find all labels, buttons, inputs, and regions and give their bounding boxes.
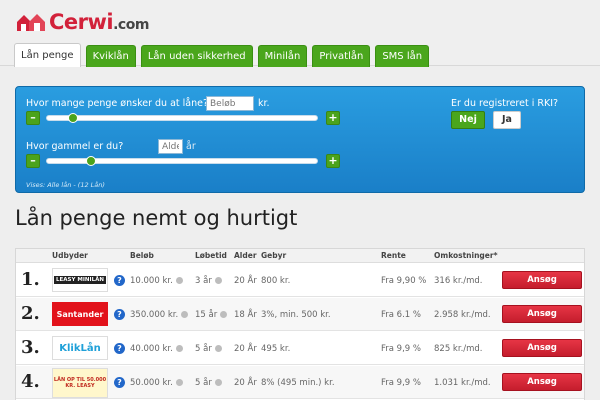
apply-button[interactable]: Ansøg: [502, 271, 582, 289]
info-icon[interactable]: ?: [114, 343, 125, 354]
info-icon[interactable]: ?: [114, 377, 125, 388]
cost-cell: 825 kr./md.: [434, 344, 483, 354]
amount-plus-button[interactable]: +: [326, 111, 340, 125]
amount-cell: 350.000 kr.: [130, 310, 189, 320]
tab-minilan[interactable]: Minilån: [257, 45, 308, 67]
age-plus-button[interactable]: +: [326, 154, 340, 168]
lender-logo-text: LÅN OP TIL 50.000 KR. LEASY: [53, 377, 107, 389]
term-cell: 5 år: [195, 344, 222, 354]
fee-cell: 800 kr.: [261, 276, 291, 286]
rki-question: Er du registreret i RKI?: [451, 98, 559, 109]
amount-input[interactable]: [206, 96, 254, 111]
rki-yes-button[interactable]: Ja: [493, 111, 521, 129]
age-unit: år: [186, 141, 196, 152]
lender-logo-text: Santander: [56, 309, 104, 319]
amount-cell: 10.000 kr.: [130, 276, 183, 286]
lender-logo[interactable]: KlikLån: [52, 336, 108, 360]
header-gebyr: Gebyr: [261, 251, 287, 260]
amount-slider-handle[interactable]: [68, 113, 78, 123]
tab-sms-lan[interactable]: SMS lån: [375, 45, 430, 67]
cost-cell: 2.958 kr./md.: [434, 310, 491, 320]
table-row: 3. KlikLån ? 40.000 kr. 5 år 20 År 495 k…: [16, 332, 584, 365]
logo[interactable]: Cerwi.com: [16, 10, 149, 34]
term-cell: 3 år: [195, 276, 222, 286]
rate-cell: Fra 9,9 %: [381, 344, 421, 354]
term-cell: 15 år: [195, 310, 228, 320]
site-header: Cerwi.com Lån penge Kviklån Lån uden sik…: [0, 0, 600, 67]
lender-logo[interactable]: LEASY MINILÅN: [52, 268, 108, 292]
info-icon[interactable]: ?: [114, 309, 125, 320]
header-omkostninger: Omkostninger*: [434, 251, 498, 260]
info-dot-icon: [214, 345, 222, 352]
rate-cell: Fra 9,9 %: [381, 378, 421, 388]
row-rank: 3.: [21, 337, 40, 358]
row-rank: 1.: [21, 269, 40, 290]
loan-table: Udbyder Beløb Løbetid Alder Gebyr Rente …: [15, 248, 585, 400]
lender-logo[interactable]: Santander: [52, 302, 108, 326]
rate-cell: Fra 9,90 %: [381, 276, 427, 286]
lender-logo-text: KlikLån: [59, 342, 101, 354]
amount-minus-button[interactable]: –: [26, 111, 40, 125]
nav-tabs: Lån penge Kviklån Lån uden sikkerhed Min…: [14, 43, 430, 67]
table-row: 2. Santander ? 350.000 kr. 15 år 18 År 3…: [16, 298, 584, 331]
tab-kviklan[interactable]: Kviklån: [85, 45, 136, 67]
info-dot-icon: [214, 277, 222, 284]
header-rente: Rente: [381, 251, 406, 260]
tab-lan-penge[interactable]: Lån penge: [14, 43, 81, 67]
age-slider-handle[interactable]: [86, 156, 96, 166]
info-dot-icon: [181, 311, 189, 318]
houses-logo-icon: [17, 14, 45, 31]
amount-slider-track[interactable]: [46, 115, 318, 121]
results-count: Vises: Alle lån - (12 Lån): [26, 181, 105, 189]
fee-cell: 8% (495 min.) kr.: [261, 378, 335, 388]
header-belob: Beløb: [130, 251, 154, 260]
info-dot-icon: [175, 379, 183, 386]
amount-unit: kr.: [258, 98, 270, 109]
tab-privatlan[interactable]: Privatlån: [312, 45, 371, 67]
fee-cell: 495 kr.: [261, 344, 291, 354]
amount-cell: 40.000 kr.: [130, 344, 183, 354]
row-rank: 4.: [21, 371, 40, 392]
amount-question: Hvor mange penge ønsker du at låne?: [26, 98, 209, 109]
info-icon[interactable]: ?: [114, 275, 125, 286]
age-cell: 20 År: [234, 344, 257, 354]
row-rank: 2.: [21, 303, 40, 324]
rate-cell: Fra 6.1 %: [381, 310, 421, 320]
term-cell: 5 år: [195, 378, 222, 388]
apply-button[interactable]: Ansøg: [502, 373, 582, 391]
cost-cell: 316 kr./md.: [434, 276, 483, 286]
loan-calculator: Hvor mange penge ønsker du at låne? kr. …: [15, 86, 585, 193]
amount-cell: 50.000 kr.: [130, 378, 183, 388]
header-lobetid: Løbetid: [195, 251, 227, 260]
table-header: Udbyder Beløb Løbetid Alder Gebyr Rente …: [16, 249, 584, 263]
cost-cell: 1.031 kr./md.: [434, 378, 491, 388]
age-minus-button[interactable]: –: [26, 154, 40, 168]
rki-no-button[interactable]: Nej: [451, 111, 485, 129]
lender-logo-text: LEASY MINILÅN: [54, 276, 106, 284]
header-udbyder: Udbyder: [52, 251, 88, 260]
info-dot-icon: [175, 277, 183, 284]
age-cell: 20 År: [234, 276, 257, 286]
logo-text: Cerwi.com: [49, 10, 149, 34]
apply-button[interactable]: Ansøg: [502, 339, 582, 357]
page-title: Lån penge nemt og hurtigt: [15, 206, 298, 230]
apply-button[interactable]: Ansøg: [502, 305, 582, 323]
lender-logo[interactable]: LÅN OP TIL 50.000 KR. LEASY: [52, 368, 108, 398]
tab-lan-uden-sikkerhed[interactable]: Lån uden sikkerhed: [140, 45, 253, 67]
info-dot-icon: [175, 345, 183, 352]
header-alder: Alder: [234, 251, 257, 260]
info-dot-icon: [220, 311, 228, 318]
info-dot-icon: [214, 379, 222, 386]
age-input[interactable]: [158, 139, 183, 154]
age-cell: 18 År: [234, 310, 257, 320]
age-cell: 20 År: [234, 378, 257, 388]
table-row: 1. LEASY MINILÅN ? 10.000 kr. 3 år 20 År…: [16, 264, 584, 297]
age-question: Hvor gammel er du?: [26, 141, 124, 152]
table-row: 4. LÅN OP TIL 50.000 KR. LEASY ? 50.000 …: [16, 366, 584, 399]
fee-cell: 3%, min. 500 kr.: [261, 310, 331, 320]
